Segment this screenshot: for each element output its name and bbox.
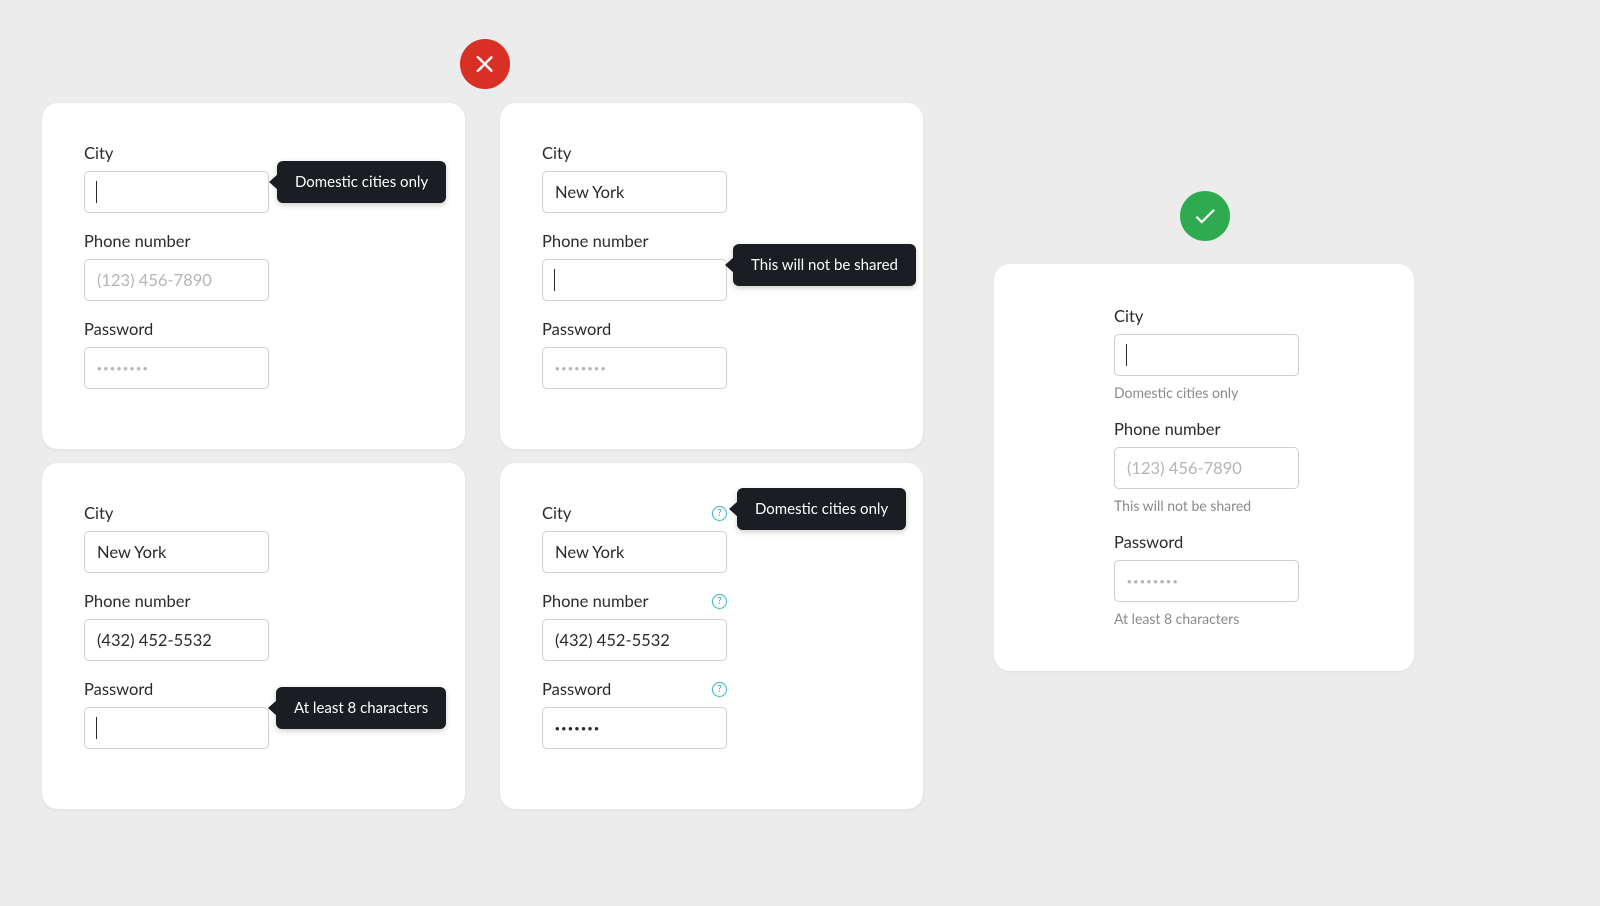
password-field[interactable]	[84, 707, 269, 749]
label-phone: Phone number	[542, 231, 649, 251]
label-password: Password	[84, 319, 153, 339]
hint-city: Domestic cities only	[1114, 384, 1294, 401]
tooltip-phone-hint: This will not be shared	[733, 244, 916, 286]
text-caret	[1126, 344, 1127, 366]
bad-card-4: City ? Phone number ? Password ? Domesti…	[500, 463, 923, 809]
check-icon	[1180, 191, 1230, 241]
label-phone: Phone number	[84, 231, 191, 251]
text-caret	[554, 269, 555, 291]
city-field[interactable]	[542, 171, 727, 213]
help-icon[interactable]: ?	[712, 682, 727, 697]
label-phone: Phone number	[1114, 419, 1221, 439]
tooltip-password-hint: At least 8 characters	[276, 687, 446, 729]
text-caret	[96, 181, 97, 203]
text-caret	[96, 717, 97, 739]
help-icon[interactable]: ?	[712, 506, 727, 521]
label-city: City	[542, 143, 571, 163]
city-field[interactable]	[542, 531, 727, 573]
phone-field[interactable]	[84, 619, 269, 661]
hint-password: At least 8 characters	[1114, 610, 1294, 627]
phone-field[interactable]	[542, 619, 727, 661]
tooltip-city-hint: Domestic cities only	[737, 488, 906, 530]
password-field[interactable]	[542, 347, 727, 389]
label-city: City	[1114, 306, 1143, 326]
label-password: Password	[1114, 532, 1183, 552]
password-field[interactable]	[84, 347, 269, 389]
password-field[interactable]	[542, 707, 727, 749]
city-field[interactable]	[84, 531, 269, 573]
label-phone: Phone number	[84, 591, 191, 611]
hint-phone: This will not be shared	[1114, 497, 1294, 514]
city-field[interactable]	[1114, 334, 1299, 376]
phone-field[interactable]	[1114, 447, 1299, 489]
label-password: Password	[542, 319, 611, 339]
label-city: City	[84, 503, 113, 523]
phone-field[interactable]	[84, 259, 269, 301]
label-password: Password	[84, 679, 153, 699]
city-field[interactable]	[84, 171, 269, 213]
label-city: City	[542, 503, 571, 523]
bad-card-1: City Phone number Password Domestic citi…	[42, 103, 465, 449]
password-field[interactable]	[1114, 560, 1299, 602]
phone-field[interactable]	[542, 259, 727, 301]
good-card: City Domestic cities only Phone number T…	[994, 264, 1414, 671]
label-password: Password	[542, 679, 611, 699]
help-icon[interactable]: ?	[712, 594, 727, 609]
bad-card-3: City Phone number Password At least 8 ch…	[42, 463, 465, 809]
label-phone: Phone number	[542, 591, 649, 611]
label-city: City	[84, 143, 113, 163]
bad-card-2: City Phone number Password This will not…	[500, 103, 923, 449]
tooltip-city-hint: Domestic cities only	[277, 161, 446, 203]
x-icon	[460, 39, 510, 89]
